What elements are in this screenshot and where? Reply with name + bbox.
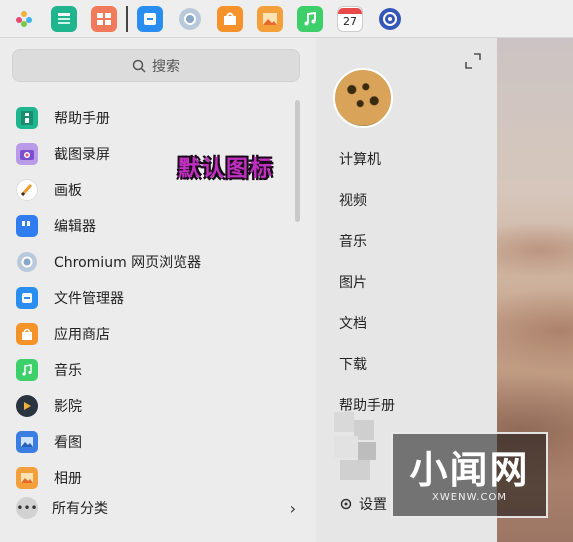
- app-item-movie[interactable]: 影院: [16, 391, 286, 421]
- app-label: 文件管理器: [54, 291, 124, 307]
- app-item-image-viewer[interactable]: 看图: [16, 427, 286, 457]
- place-computer[interactable]: 计算机: [339, 149, 381, 169]
- app-label: 画板: [54, 183, 82, 199]
- place-documents[interactable]: 文档: [339, 313, 367, 333]
- search-input[interactable]: 搜索: [12, 49, 300, 82]
- avatar[interactable]: [333, 68, 393, 128]
- watermark-url: XWENW.COM: [432, 491, 507, 503]
- launcher-icon[interactable]: [11, 6, 37, 32]
- app-label: 影院: [54, 399, 82, 415]
- app-label: 帮助手册: [54, 111, 110, 127]
- place-videos[interactable]: 视频: [339, 190, 367, 210]
- settings-label: 设置: [359, 497, 387, 513]
- calendar-icon[interactable]: 27: [337, 5, 363, 32]
- app-label: 相册: [54, 471, 82, 487]
- more-icon: •••: [16, 497, 38, 519]
- draw-icon: [16, 179, 38, 201]
- app-store-icon[interactable]: [217, 5, 243, 32]
- watermark-logo-text: 小闻网: [409, 447, 530, 492]
- pixelated-area: [334, 412, 376, 480]
- settings-button[interactable]: 设置: [339, 494, 387, 514]
- app-label: Chromium 网页浏览器: [54, 255, 202, 271]
- music-icon: [16, 359, 38, 381]
- screenshot-icon: [16, 143, 38, 165]
- place-pictures[interactable]: 图片: [339, 272, 367, 292]
- movie-icon: [16, 395, 38, 417]
- app-label: 编辑器: [54, 219, 96, 235]
- app-label: 看图: [54, 435, 82, 451]
- place-music[interactable]: 音乐: [339, 231, 367, 251]
- app-label: 音乐: [54, 363, 82, 379]
- gear-icon: [340, 498, 352, 510]
- category-label: 所有分类: [52, 501, 108, 517]
- search-placeholder: 搜索: [152, 58, 180, 75]
- chromium-icon: [16, 251, 38, 273]
- control-center-icon[interactable]: [377, 6, 403, 32]
- all-categories-button[interactable]: ••• 所有分类 ›: [16, 494, 296, 522]
- dock-separator: [126, 5, 128, 32]
- app-item-editor[interactable]: 编辑器: [16, 211, 286, 241]
- search-icon: [132, 59, 146, 73]
- app-item-file-manager[interactable]: 文件管理器: [16, 283, 286, 313]
- overlay-annotation: 默认图标: [178, 157, 275, 182]
- app-item-manual[interactable]: 帮助手册: [16, 103, 286, 133]
- app-list-pane: 搜索 帮助手册 截图录屏 画板 编辑器 Chromium 网页浏览器 文件管理器…: [0, 38, 316, 542]
- multitask-view-icon[interactable]: [91, 5, 117, 32]
- app-store-icon: [16, 323, 38, 345]
- scrollbar[interactable]: [295, 100, 300, 222]
- chromium-icon[interactable]: [177, 6, 203, 32]
- watermark: 小闻网 XWENW.COM: [391, 432, 548, 518]
- app-item-app-store[interactable]: 应用商店: [16, 319, 286, 349]
- chevron-right-icon: ›: [289, 498, 296, 518]
- file-manager-icon[interactable]: [137, 5, 163, 32]
- fullscreen-expand-icon[interactable]: [464, 52, 482, 70]
- deepin-manual-icon: [16, 107, 38, 129]
- app-label: 应用商店: [54, 327, 110, 343]
- app-item-music[interactable]: 音乐: [16, 355, 286, 385]
- place-downloads[interactable]: 下载: [339, 354, 367, 374]
- app-item-album[interactable]: 相册: [16, 463, 286, 493]
- dock: 27: [0, 0, 573, 38]
- desktop: 27 搜索 帮助手册 截图录屏 画板 编辑器 Chromium 网页浏览器 文件…: [0, 0, 573, 542]
- file-manager-icon: [16, 287, 38, 309]
- app-label: 截图录屏: [54, 147, 110, 163]
- deepin-manual-icon[interactable]: [51, 5, 77, 32]
- text-editor-icon: [16, 215, 38, 237]
- image-viewer-icon[interactable]: [257, 5, 283, 32]
- album-icon: [16, 467, 38, 489]
- image-viewer-icon: [16, 431, 38, 453]
- app-item-chromium[interactable]: Chromium 网页浏览器: [16, 247, 286, 277]
- calendar-day: 27: [343, 14, 357, 28]
- music-icon[interactable]: [297, 5, 323, 32]
